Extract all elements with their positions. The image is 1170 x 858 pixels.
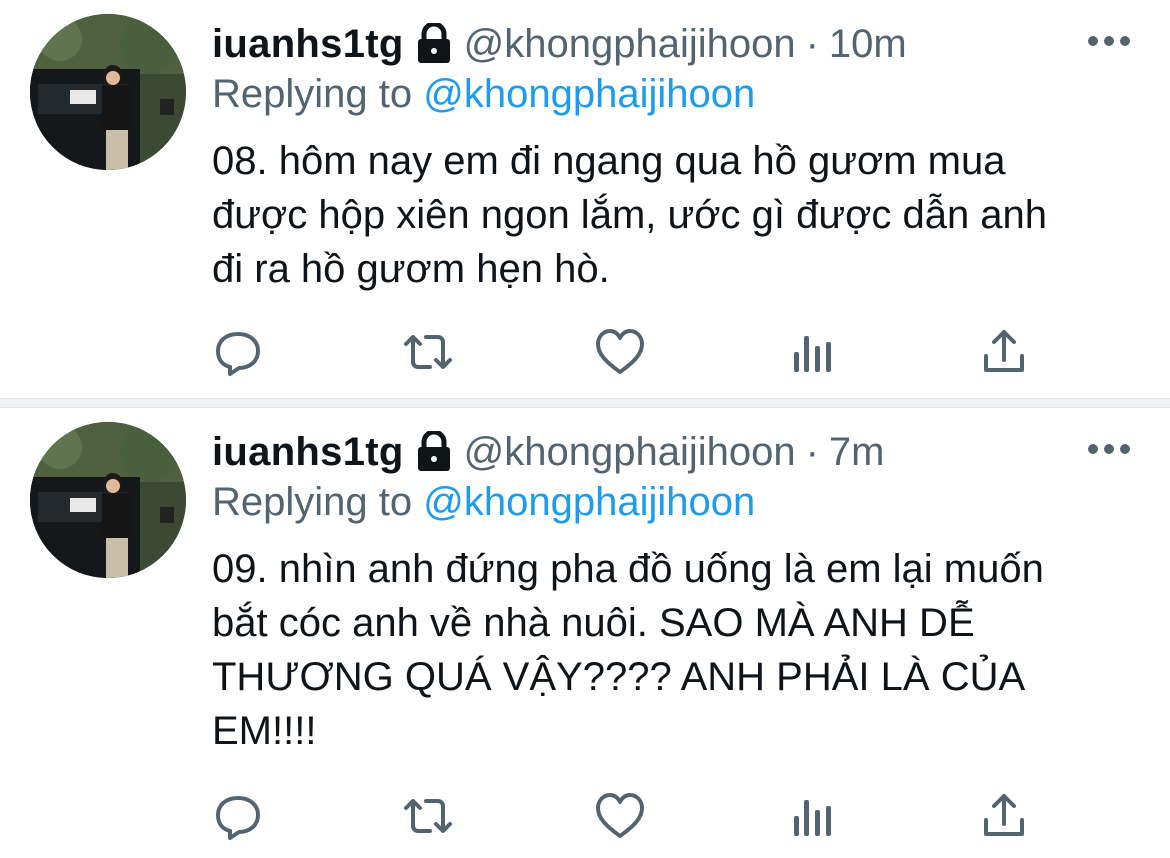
avatar[interactable] [30,422,186,578]
timestamp[interactable]: 7m [829,426,885,478]
share-icon[interactable] [974,322,1034,382]
display-name[interactable]: iuanhs1tg [212,18,404,70]
heart-icon[interactable] [590,322,650,382]
more-icon[interactable] [1084,434,1134,464]
retweet-icon[interactable] [398,322,458,382]
tweet-text: 08. hôm nay em đi ngang qua hồ gươm mua … [212,139,1048,291]
replying-to-handle[interactable]: @khongphaijihoon [423,72,755,116]
reply-icon[interactable] [208,322,268,382]
analytics-icon[interactable] [782,786,842,846]
tweet-header: iuanhs1tg @khongphaijihoon · 7m [212,426,885,478]
tweet-feed: iuanhs1tg @khongphaijihoon · 10m Replyin… [0,0,1170,858]
tweet-header: iuanhs1tg @khongphaijihoon · 10m [212,18,907,70]
replying-to-label: Replying to [212,72,413,116]
replying-to: Replying to @khongphaijihoon [212,68,755,120]
tweet[interactable]: iuanhs1tg @khongphaijihoon · 7m Replying… [0,408,1170,858]
tweet-divider [0,398,1170,408]
more-icon[interactable] [1084,26,1134,56]
reply-icon[interactable] [208,786,268,846]
display-name[interactable]: iuanhs1tg [212,426,404,478]
separator-dot: · [805,430,819,474]
replying-to: Replying to @khongphaijihoon [212,476,755,528]
analytics-icon[interactable] [782,322,842,382]
separator-dot: · [805,22,819,66]
tweet-actions [0,786,1170,846]
tweet[interactable]: iuanhs1tg @khongphaijihoon · 10m Replyin… [0,0,1170,398]
lock-icon [414,429,454,473]
heart-icon[interactable] [590,786,650,846]
tweet-text: 09. nhìn anh đứng pha đồ uống là em lại … [212,547,1044,753]
handle[interactable]: @khongphaijihoon [464,18,796,70]
avatar-photo [30,14,186,170]
avatar-photo [30,422,186,578]
replying-to-label: Replying to [212,480,413,524]
tweet-actions [0,322,1170,382]
lock-icon [414,21,454,65]
handle[interactable]: @khongphaijihoon [464,426,796,478]
retweet-icon[interactable] [398,786,458,846]
replying-to-handle[interactable]: @khongphaijihoon [423,480,755,524]
avatar[interactable] [30,14,186,170]
timestamp[interactable]: 10m [829,18,907,70]
share-icon[interactable] [974,786,1034,846]
